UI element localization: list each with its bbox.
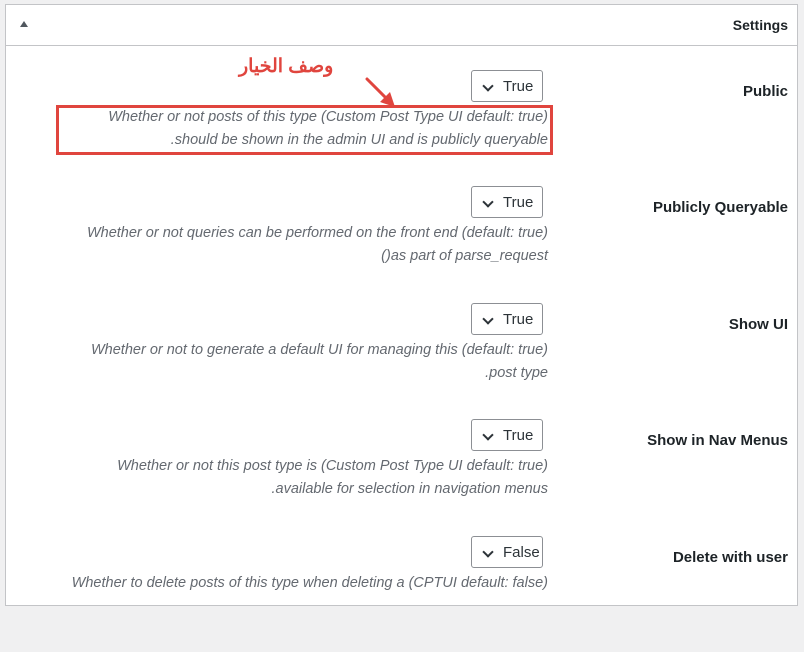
panel-title: Settings: [732, 17, 788, 33]
publicly-queryable-select[interactable]: True: [471, 186, 543, 218]
annotation-label: وصف الخيار: [239, 56, 334, 77]
setting-row-delete-with-user: Delete with user False Whether to delete…: [6, 536, 797, 652]
delete-with-user-select[interactable]: False: [471, 536, 543, 568]
setting-description: Whether to delete posts of this type whe…: [8, 572, 548, 595]
setting-label: Delete with user: [672, 549, 788, 566]
select-value: True: [503, 194, 534, 211]
setting-row-show-in-nav-menus: Show in Nav Menus True Whether or not th…: [6, 419, 797, 535]
panel-header[interactable]: Settings: [6, 5, 797, 46]
annotation-highlight-box: [56, 105, 553, 155]
chevron-down-icon: [482, 196, 494, 208]
annotation-arrow-icon: [365, 77, 395, 107]
setting-description: Whether or not to generate a default UI …: [8, 339, 548, 385]
setting-label: Show in Nav Menus: [647, 432, 788, 449]
setting-label: Publicly Queryable: [652, 199, 788, 216]
public-select[interactable]: True: [471, 70, 543, 102]
settings-panel: Settings Public True Whether or not post…: [5, 4, 798, 606]
select-value: True: [503, 427, 534, 444]
setting-label: Public: [742, 83, 788, 100]
chevron-down-icon: [482, 80, 494, 92]
setting-description: Whether or not this post type is (Custom…: [8, 455, 548, 501]
setting-row-publicly-queryable: Publicly Queryable True Whether or not q…: [6, 186, 797, 302]
setting-row-show-ui: Show UI True Whether or not to generate …: [6, 303, 797, 419]
setting-description: Whether or not queries can be performed …: [8, 222, 548, 268]
description-line: Whether or not this post type is (Custom…: [117, 458, 548, 474]
description-line: Whether to delete posts of this type whe…: [71, 575, 548, 591]
description-line: available for selection in navigation me…: [271, 481, 548, 497]
chevron-down-icon: [482, 429, 494, 441]
triangle-up-icon[interactable]: [20, 21, 28, 27]
select-value: False: [503, 544, 540, 561]
description-line: Whether or not queries can be performed …: [86, 225, 548, 241]
select-value: True: [503, 311, 534, 328]
show-in-nav-menus-select[interactable]: True: [471, 419, 543, 451]
description-line: as part of parse_request(): [381, 248, 548, 264]
chevron-down-icon: [482, 546, 494, 558]
description-line: post type.: [485, 365, 548, 381]
select-value: True: [503, 78, 534, 95]
setting-label: Show UI: [728, 316, 788, 333]
chevron-down-icon: [482, 313, 494, 325]
show-ui-select[interactable]: True: [471, 303, 543, 335]
description-line: Whether or not to generate a default UI …: [90, 342, 548, 358]
